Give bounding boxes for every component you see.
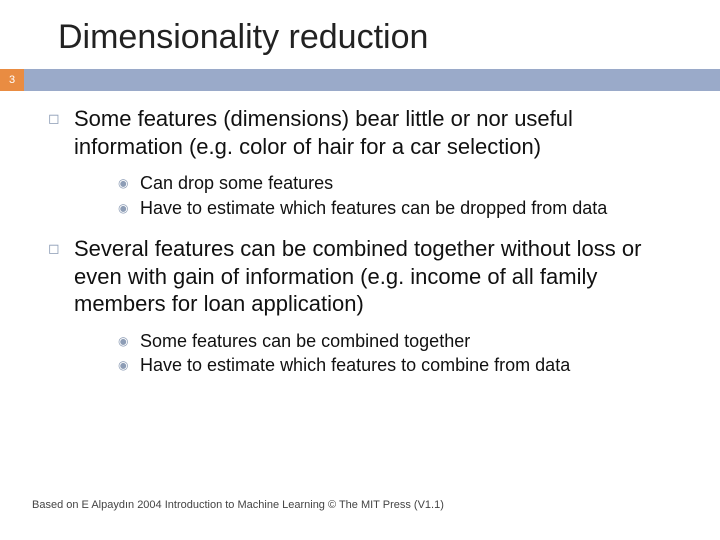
target-bullet-icon: ◉ [118,172,140,195]
sub-bullet-group: ◉ Can drop some features ◉ Have to estim… [48,166,686,235]
slide-title: Dimensionality reduction [0,0,720,69]
sub-bullet-text: Can drop some features [140,172,333,195]
square-bullet-icon: ◻ [48,235,74,318]
sub-bullet-text: Some features can be combined together [140,330,470,353]
target-bullet-icon: ◉ [118,197,140,220]
bullet-level1: ◻ Some features (dimensions) bear little… [48,105,686,160]
bullet-level2: ◉ Some features can be combined together [118,330,686,353]
sub-bullet-group: ◉ Some features can be combined together… [48,324,686,393]
bullet-text: Several features can be combined togethe… [74,235,686,318]
bullet-level2: ◉ Have to estimate which features to com… [118,354,686,377]
square-bullet-icon: ◻ [48,105,74,160]
accent-bar [24,69,720,91]
header-bar: 3 [0,69,720,91]
bullet-text: Some features (dimensions) bear little o… [74,105,686,160]
content-area: ◻ Some features (dimensions) bear little… [0,91,720,393]
bullet-level1: ◻ Several features can be combined toget… [48,235,686,318]
page-number: 3 [0,69,24,91]
sub-bullet-text: Have to estimate which features to combi… [140,354,570,377]
sub-bullet-text: Have to estimate which features can be d… [140,197,607,220]
target-bullet-icon: ◉ [118,330,140,353]
bullet-level2: ◉ Can drop some features [118,172,686,195]
target-bullet-icon: ◉ [118,354,140,377]
bullet-level2: ◉ Have to estimate which features can be… [118,197,686,220]
footer-citation: Based on E Alpaydın 2004 Introduction to… [32,499,444,511]
